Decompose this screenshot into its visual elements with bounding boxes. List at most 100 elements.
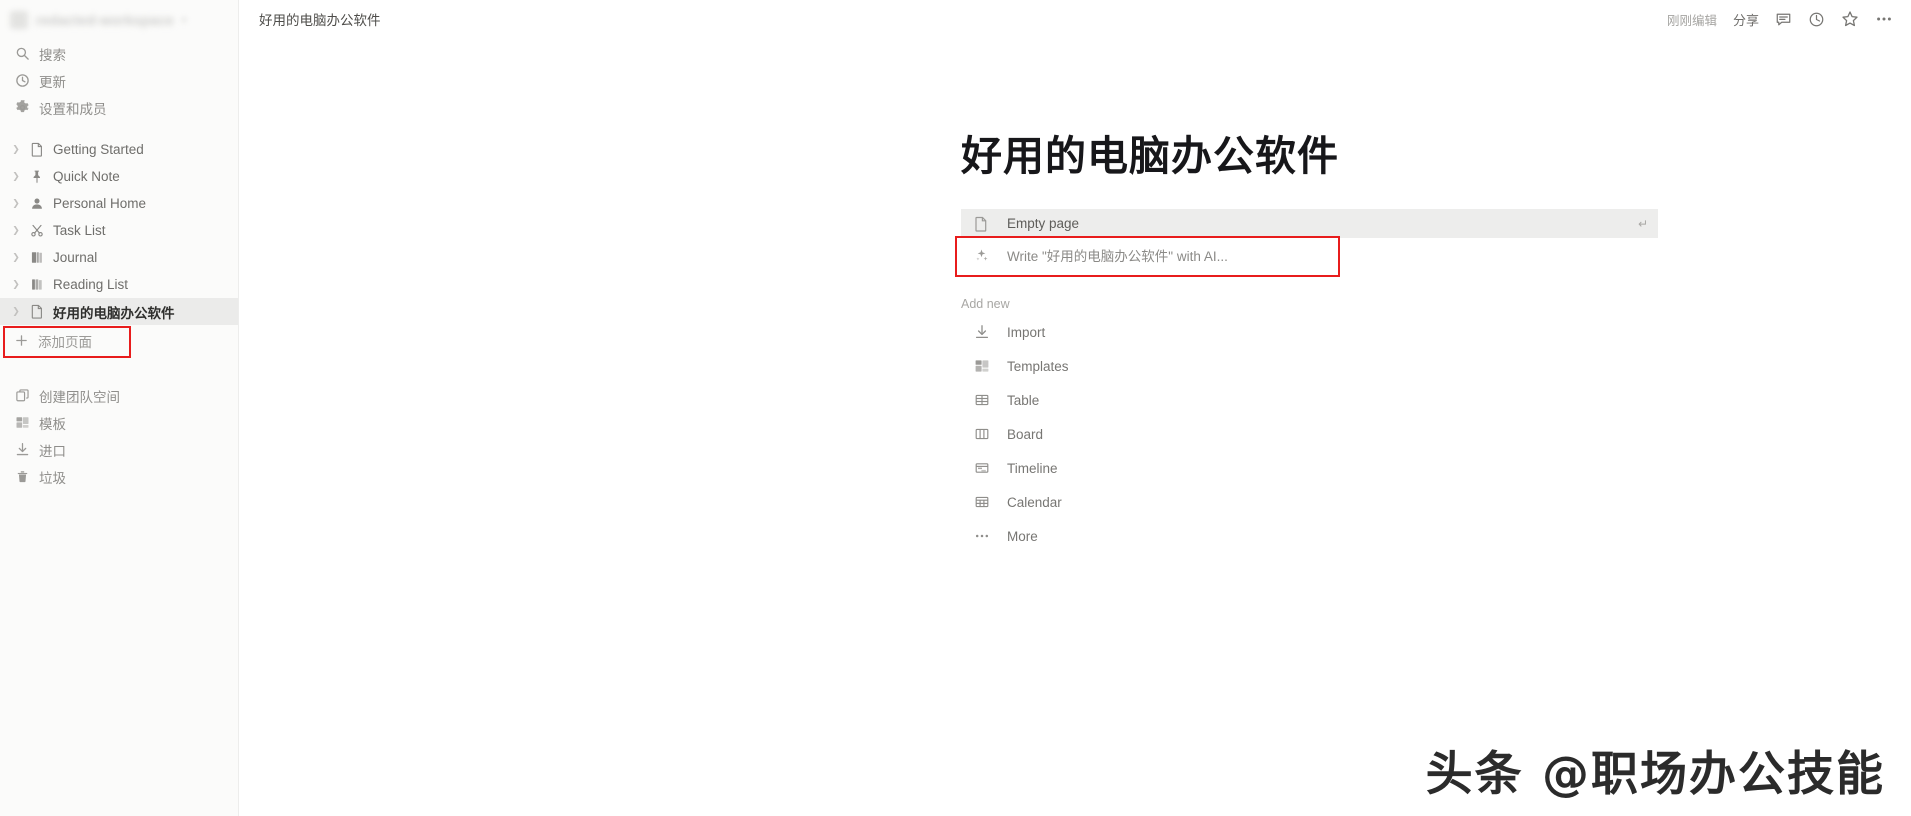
chevron-right-icon[interactable]: ❯ (9, 172, 23, 181)
page-title[interactable]: 好用的电脑办公软件 (961, 122, 1339, 182)
page-icon (28, 142, 45, 157)
suggestion-ai-container: Write "好用的电脑办公软件" with AI... (955, 236, 1658, 277)
scissors-icon (28, 223, 45, 238)
chevron-right-icon[interactable]: ❯ (9, 145, 23, 154)
add-new-section-label: Add new (961, 297, 1010, 311)
add-new-label: Calendar (1007, 494, 1062, 510)
sidebar-item-import[interactable]: 进口 (0, 436, 238, 463)
teamspace-icon (14, 388, 30, 404)
sidebar-item-getting-started[interactable]: ❯ Getting Started (0, 136, 238, 163)
add-new-label: Board (1007, 426, 1044, 442)
chevron-right-icon[interactable]: ❯ (9, 253, 23, 262)
pin-icon (28, 169, 45, 184)
workspace-avatar (10, 11, 28, 29)
sidebar-item-quick-note[interactable]: ❯ Quick Note (0, 163, 238, 190)
share-button[interactable]: 分享 (1733, 10, 1759, 29)
sidebar-item-label: 垃圾 (39, 470, 66, 486)
topbar: 好用的电脑办公软件 刚刚编辑 分享 (239, 0, 1911, 38)
sidebar-item-templates[interactable]: 模板 (0, 409, 238, 436)
trash-icon (14, 469, 30, 485)
import-icon (14, 442, 30, 458)
sidebar-item-updates[interactable]: 更新 (0, 67, 238, 94)
sidebar-item-journal[interactable]: ❯ Journal (0, 244, 238, 271)
add-page-container: 添加页面 (0, 326, 238, 358)
sidebar-item-label: Personal Home (53, 196, 147, 211)
add-new-templates[interactable]: Templates (961, 349, 1381, 383)
clock-icon (14, 73, 30, 89)
sidebar-item-label: 模板 (39, 416, 66, 432)
sidebar-item-create-teamspace[interactable]: 创建团队空间 (0, 382, 238, 409)
ai-sparkle-icon (973, 248, 989, 263)
timeline-icon (973, 460, 991, 476)
suggestion-write-with-ai[interactable]: Write "好用的电脑办公软件" with AI... (961, 238, 1658, 272)
breadcrumb[interactable]: 好用的电脑办公软件 (259, 9, 381, 29)
sidebar-item-label: 好用的电脑办公软件 (53, 305, 175, 321)
add-new-timeline[interactable]: Timeline (961, 451, 1381, 485)
chevron-right-icon[interactable]: ❯ (9, 226, 23, 235)
books-icon (28, 277, 45, 292)
add-page-button[interactable]: 添加页面 (0, 327, 238, 354)
more-horizontal-icon (973, 528, 991, 544)
comment-icon[interactable] (1775, 11, 1792, 28)
templates-icon (14, 415, 30, 431)
sidebar-item-task-list[interactable]: ❯ Task List (0, 217, 238, 244)
sidebar-item-label: Quick Note (53, 169, 120, 184)
sidebar-item-trash[interactable]: 垃圾 (0, 463, 238, 490)
person-icon (28, 196, 45, 211)
chevron-right-icon[interactable]: ❯ (9, 199, 23, 208)
suggestion-empty-page[interactable]: Empty page ↵ (961, 209, 1658, 238)
enter-key-icon: ↵ (1637, 216, 1648, 231)
sidebar-item-settings[interactable]: 设置和成员 (0, 94, 238, 121)
add-new-table[interactable]: Table (961, 383, 1381, 417)
chevron-down-icon: ▾ (181, 14, 187, 25)
sidebar-item-label: 更新 (39, 74, 66, 90)
search-icon (14, 46, 30, 62)
add-new-label: Templates (1007, 358, 1069, 374)
add-new-calendar[interactable]: Calendar (961, 485, 1381, 519)
sidebar-item-label: 创建团队空间 (39, 389, 120, 405)
templates-icon (973, 358, 991, 374)
add-new-import[interactable]: Import (961, 315, 1381, 349)
sidebar-item-label: Getting Started (53, 142, 144, 157)
page-icon (28, 304, 45, 319)
edited-status: 刚刚编辑 (1666, 13, 1717, 28)
sidebar-item-label: 搜索 (39, 47, 66, 63)
add-new-board[interactable]: Board (961, 417, 1381, 451)
star-icon[interactable] (1841, 10, 1859, 28)
workspace-switcher[interactable]: redacted-workspace ▾ (0, 0, 238, 40)
sidebar-item-personal-home[interactable]: ❯ Personal Home (0, 190, 238, 217)
book-icon (28, 250, 45, 265)
page-icon (973, 216, 989, 232)
board-columns-icon (973, 426, 991, 442)
suggestion-label: Write "好用的电脑办公软件" with AI... (1007, 249, 1228, 264)
plus-icon (14, 334, 28, 347)
notion-app-window: redacted-workspace ▾ 搜索 更新 设置和成员 ❯ Getti… (0, 0, 1911, 816)
topbar-actions: 刚刚编辑 分享 (1667, 10, 1893, 29)
sidebar-item-label: 进口 (39, 443, 66, 459)
more-horizontal-icon[interactable] (1875, 10, 1893, 28)
history-clock-icon[interactable] (1808, 11, 1825, 28)
sidebar-pages-list: ❯ Getting Started ❯ Quick Note ❯ Persona… (0, 136, 238, 325)
table-grid-icon (973, 392, 991, 408)
add-page-label: 添加页面 (38, 334, 92, 350)
add-new-label: Import (1007, 324, 1046, 340)
add-new-label: More (1007, 528, 1038, 544)
chevron-right-icon[interactable]: ❯ (9, 307, 23, 316)
sidebar-item-current-page[interactable]: ❯ 好用的电脑办公软件 (0, 298, 238, 325)
sidebar: redacted-workspace ▾ 搜索 更新 设置和成员 ❯ Getti… (0, 0, 239, 816)
sidebar-item-label: Journal (53, 250, 98, 265)
add-new-label: Table (1007, 392, 1040, 408)
add-new-list: Import Templates Table Board Timeline Ca… (961, 315, 1381, 553)
sidebar-quick-actions: 搜索 更新 设置和成员 (0, 40, 238, 121)
sidebar-item-label: 设置和成员 (39, 101, 107, 117)
suggestion-list: Empty page ↵ Write "好用的电脑办公软件" with AI..… (955, 209, 1658, 277)
sidebar-item-label: Task List (53, 223, 106, 238)
main-content: 好用的电脑办公软件 刚刚编辑 分享 好用的电脑办公软件 Empty page ↵… (239, 0, 1911, 816)
sidebar-item-label: Reading List (53, 277, 129, 292)
sidebar-item-reading-list[interactable]: ❯ Reading List (0, 271, 238, 298)
add-new-label: Timeline (1007, 460, 1058, 476)
add-new-more[interactable]: More (961, 519, 1381, 553)
sidebar-bottom-actions: 创建团队空间 模板 进口 垃圾 (0, 382, 238, 490)
sidebar-item-search[interactable]: 搜索 (0, 40, 238, 67)
chevron-right-icon[interactable]: ❯ (9, 280, 23, 289)
